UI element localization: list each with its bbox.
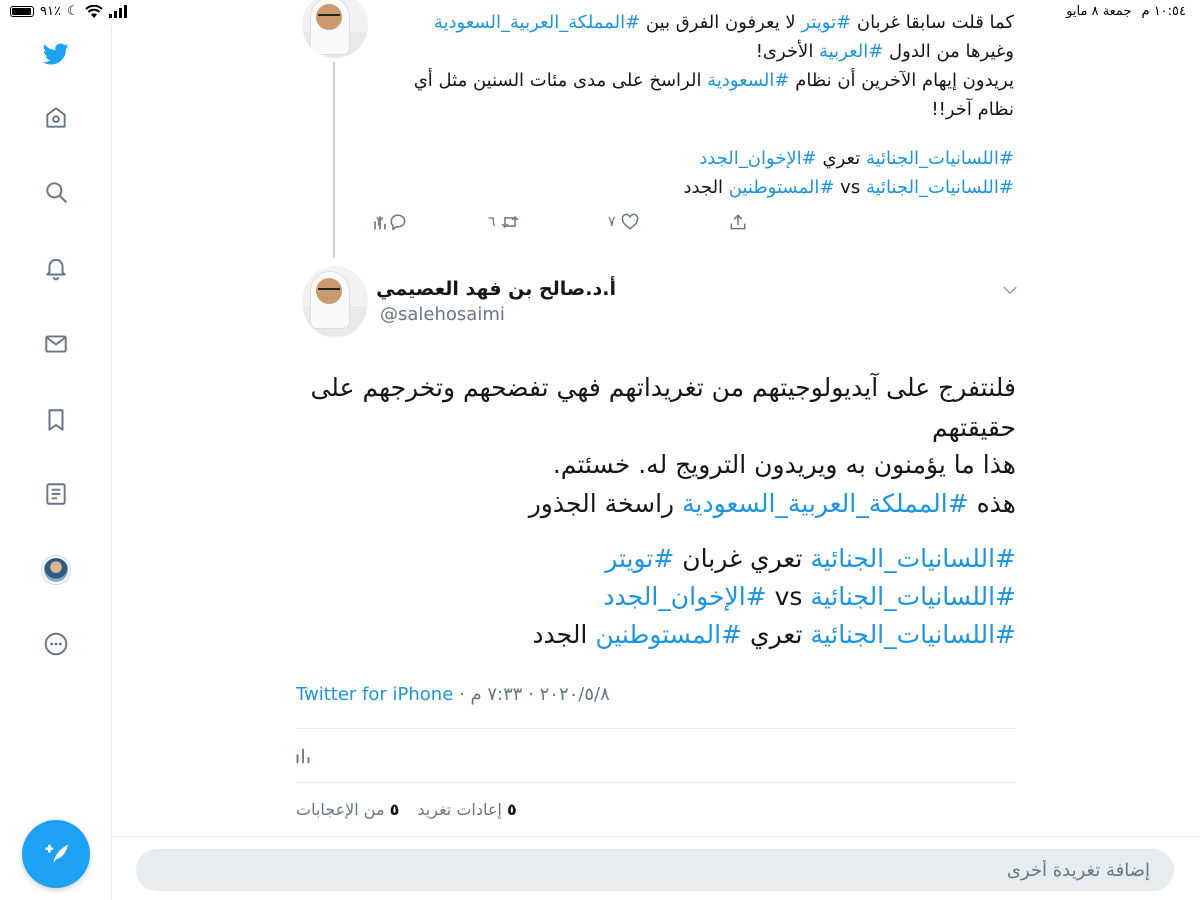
add-tweet-input[interactable]	[136, 849, 1174, 891]
tweet-text-line: هذه #المملكة_العربية_السعودية راسخة الجذ…	[528, 489, 1016, 518]
profile-avatar[interactable]	[36, 550, 76, 590]
divider	[296, 728, 1016, 729]
hashtag-link[interactable]: #اللسانيات_الجنائية	[810, 544, 1016, 573]
chevron-down-icon[interactable]	[1000, 280, 1020, 300]
tweet-hashtags-line: #اللسانيات_الجنائية vs #الإخوان_الجدد	[603, 582, 1016, 611]
tweet-date: ٢٠٢٠/٥/٨	[539, 684, 610, 705]
hashtag-link[interactable]: #المستوطنين	[729, 177, 835, 198]
reply-icon	[390, 214, 405, 231]
likes-label: من الإعجابات	[296, 800, 385, 819]
previous-tweet-hashtags-line: #اللسانيات_الجنائية vs #المستوطنين الجدد	[683, 177, 1014, 198]
hashtag-link[interactable]: #المملكة_العربية_السعودية	[682, 489, 969, 518]
retweets-stat[interactable]: ٥ إعادات تغريد	[417, 800, 516, 819]
divider	[296, 782, 1016, 783]
hashtag-link[interactable]: #تويتر	[605, 544, 674, 573]
home-icon[interactable]	[36, 98, 76, 138]
heart-icon	[621, 213, 638, 230]
author-name[interactable]: أ.د.صالح بن فهد العصيمي	[376, 278, 616, 300]
profile-avatar-image	[42, 556, 70, 584]
author-handle[interactable]: @salehosaimi	[380, 304, 505, 325]
hashtag-link[interactable]: #الإخوان_الجدد	[603, 582, 766, 611]
tweet-text-line: فلنتفرج على آيديولوجيتهم من تغريداتهم فه…	[310, 373, 1016, 402]
signal-icon	[108, 5, 127, 18]
reply-bar	[112, 836, 1200, 900]
hashtag-link[interactable]: #العربية	[819, 41, 883, 62]
previous-tweet-hashtags-line: #اللسانيات_الجنائية تعري #الإخوان_الجدد	[699, 148, 1014, 169]
like-count: ٧	[608, 214, 616, 230]
tweet-time: ٧:٣٣ م	[470, 684, 523, 705]
hashtag-link[interactable]: #المستوطنين	[595, 620, 742, 649]
status-datetime: ١٠:٥٤ م جمعة ٨ مايو	[1066, 4, 1186, 19]
previous-tweet-line: يريدون إيهام الآخرين أن نظام #السعودية ا…	[413, 70, 1014, 91]
moon-icon: ☾	[66, 4, 79, 19]
twitter-logo-icon[interactable]	[36, 34, 76, 74]
compose-tweet-button[interactable]	[22, 820, 90, 888]
retweet-icon	[501, 216, 518, 228]
lists-icon[interactable]	[36, 474, 76, 514]
tweet-engagement-counts: ٥ من الإعجابات ٥ إعادات تغريد	[296, 800, 517, 819]
retweets-label: إعادات تغريد	[417, 800, 502, 819]
previous-tweet-avatar[interactable]	[302, 0, 368, 58]
tweet-text-line: حقيقتهم	[932, 413, 1016, 442]
author-avatar[interactable]	[302, 266, 368, 338]
thread-connector-line	[333, 62, 335, 258]
tweet-source-link[interactable]: Twitter for iPhone	[296, 684, 453, 705]
hashtag-link[interactable]: #اللسانيات_الجنائية	[810, 582, 1016, 611]
compose-tweet-icon	[45, 844, 68, 864]
analytics-icon[interactable]	[292, 744, 314, 766]
status-time: ١٠:٥٤ م	[1141, 4, 1187, 19]
hashtag-link[interactable]: #الإخوان_الجدد	[699, 148, 817, 169]
reply-count: ٢	[376, 214, 384, 230]
retweets-count: ٥	[506, 800, 517, 819]
share-button[interactable]	[728, 212, 748, 232]
battery-percent: ٩١٪	[40, 4, 61, 19]
hashtag-link[interactable]: #المملكة_العربية_السعودية	[434, 12, 640, 33]
retweet-button[interactable]: ٦	[488, 212, 520, 232]
tweet-metadata: Twitter for iPhone · ٢٠٢٠/٥/٨ · ٧:٣٣ م	[296, 684, 610, 705]
tweet-text: فلنتفرج على آيديولوجيتهم من تغريداتهم فه…	[296, 368, 1016, 654]
previous-tweet-text: كما قلت سابقا غربان #تويتر لا يعرفون الف…	[374, 12, 1014, 202]
share-icon	[730, 214, 746, 230]
more-icon[interactable]	[36, 624, 76, 664]
search-icon[interactable]	[36, 172, 76, 212]
previous-tweet-line: وغيرها من الدول #العربية الأخرى!	[755, 41, 1014, 62]
sidebar-nav	[0, 26, 112, 900]
meta-separator: ·	[459, 684, 471, 705]
tweet-text-line: هذا ما يؤمنون به ويريدون الترويج له. خسئ…	[552, 450, 1016, 479]
status-date: جمعة ٨ مايو	[1066, 4, 1132, 19]
notifications-icon[interactable]	[36, 248, 76, 288]
messages-icon[interactable]	[36, 324, 76, 364]
battery-icon	[10, 6, 34, 17]
previous-tweet-actions: ٧ ٦	[370, 212, 1020, 238]
hashtag-link[interactable]: #اللسانيات_الجنائية	[810, 620, 1016, 649]
previous-tweet-line: نظام آخر!!	[931, 99, 1014, 120]
hashtag-link[interactable]: #اللسانيات_الجنائية	[866, 177, 1014, 198]
previous-tweet-line: كما قلت سابقا غربان #تويتر لا يعرفون الف…	[433, 12, 1014, 33]
bookmarks-icon[interactable]	[36, 400, 76, 440]
meta-separator: ·	[522, 684, 534, 705]
tweet-hashtags-line: #اللسانيات_الجنائية تعري #المستوطنين الج…	[532, 620, 1016, 649]
likes-stat[interactable]: ٥ من الإعجابات	[296, 800, 399, 819]
tweet-hashtags-line: #اللسانيات_الجنائية تعري غربان #تويتر	[605, 544, 1016, 573]
reply-button[interactable]: ٢	[376, 212, 408, 232]
likes-count: ٥	[389, 800, 400, 819]
hashtag-link[interactable]: #السعودية	[707, 70, 789, 91]
status-indicators: ٩١٪ ☾	[10, 4, 129, 19]
hashtag-link[interactable]: #اللسانيات_الجنائية	[866, 148, 1014, 169]
like-button[interactable]: ٧	[608, 212, 640, 232]
wifi-icon	[84, 4, 103, 18]
retweet-count: ٦	[488, 214, 496, 230]
hashtag-link[interactable]: #تويتر	[801, 12, 851, 33]
